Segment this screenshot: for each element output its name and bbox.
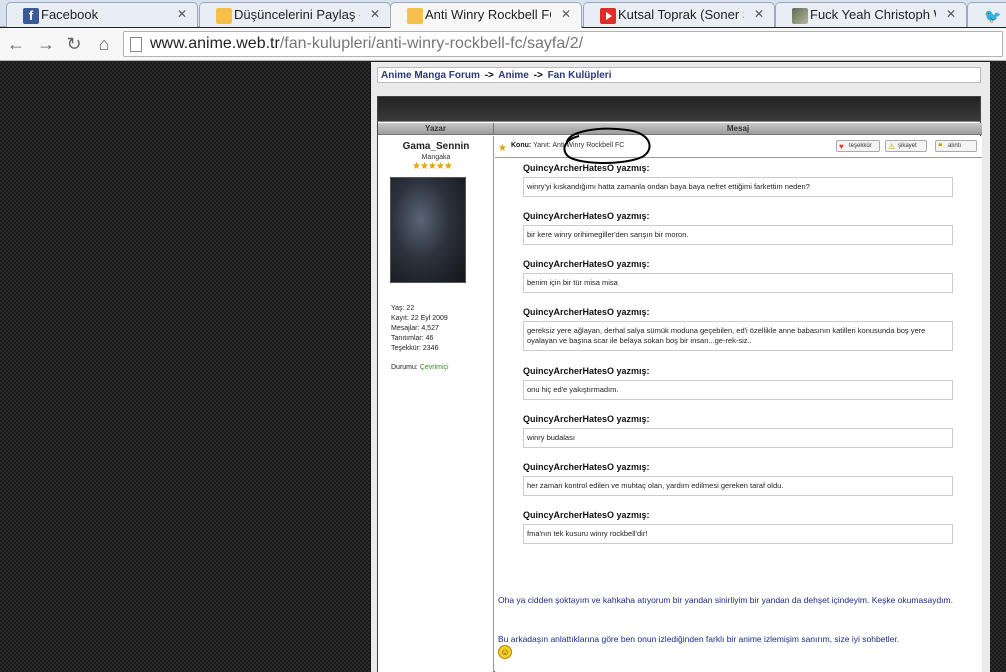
tab-title: Facebook [41, 7, 99, 22]
quote-author: QuincyArcherHatesO yazmış: [523, 211, 650, 221]
report-button[interactable]: ⚠ şikayet [885, 140, 927, 152]
thanks-button[interactable]: ♥ teşekkür [836, 140, 880, 152]
quote-block: QuincyArcherHatesO yazmış: onu hiç ed'e … [523, 366, 953, 400]
reply-paragraph: Oha ya cidden şoktayım ve kahkaha atıyor… [498, 595, 953, 605]
author-rank: Mangaka [421, 154, 451, 161]
quote-text: gereksiz yere ağlayan, derhal salya sümü… [523, 321, 953, 351]
page-icon [130, 37, 142, 52]
close-icon[interactable]: ✕ [370, 7, 380, 21]
stat-intros: Tanıtımlar: 46 [391, 335, 434, 342]
stat-posts: Mesajlar: 4,527 [391, 325, 439, 332]
message-panel: ★ Konu: Yanıt: Anti Winry Rockbell FC ♥ … [495, 127, 982, 672]
quote-text: winry'yi kıskandığımı hatta zamanla onda… [523, 177, 953, 197]
post-subject-bar: ★ Konu: Yanıt: Anti Winry Rockbell FC ♥ … [495, 127, 982, 164]
quote-text: fma'nın tek kusuru winry rockbell'dir! [523, 524, 953, 544]
close-icon[interactable]: ✕ [561, 7, 571, 21]
stat-age: Yaş: 22 [391, 305, 415, 312]
quote-button[interactable]: ❝ alıntı [935, 140, 977, 152]
warning-icon: ⚠ [888, 142, 896, 151]
quote-author: QuincyArcherHatesO yazmış: [523, 366, 650, 376]
stat-thanks: Teşekkür: 2346 [391, 345, 439, 352]
url-path: /fan-kulupleri/anti-winry-rockbell-fc/sa… [279, 35, 584, 52]
heart-icon: ♥ [839, 142, 844, 151]
quote-author: QuincyArcherHatesO yazmış: [523, 462, 650, 472]
author-username[interactable]: Gama_Sennin [378, 141, 494, 152]
rank-stars-icon: ★★★★★ [412, 161, 453, 172]
quote-block: QuincyArcherHatesO yazmış: fma'nın tek k… [523, 510, 953, 544]
quote-icon: ❝ [938, 142, 943, 151]
post-star-icon: ★ [498, 143, 507, 154]
subject-label: Konu: [511, 142, 532, 149]
home-icon[interactable]: ⌂ [92, 32, 116, 56]
breadcrumb-separator: -> [484, 70, 494, 81]
smiley-icon: ☺ [498, 645, 512, 659]
tab-title: Kutsal Toprak (Soner Sarık [618, 7, 744, 22]
twitter-icon: 🐦 [984, 8, 1002, 24]
quote-block: QuincyArcherHatesO yazmış: benim için bi… [523, 259, 953, 293]
url-text[interactable]: www.anime.web.tr/fan-kulupleri/anti-winr… [150, 35, 583, 53]
quote-block: QuincyArcherHatesO yazmış: winry budalas… [523, 414, 953, 448]
status-online: Çevrimiçi [419, 364, 449, 371]
anime-site-icon [216, 8, 232, 24]
anime-site-icon [407, 8, 423, 24]
tab-kutsal-toprak[interactable]: Kutsal Toprak (Soner Sarık ✕ [583, 2, 775, 27]
thanks-label: teşekkür [849, 143, 872, 149]
quote-text: benim için bir tür misa misa [523, 273, 953, 293]
quote-author: QuincyArcherHatesO yazmış: [523, 414, 650, 424]
close-icon[interactable]: ✕ [754, 7, 764, 21]
author-panel: Gama_Sennin Mangaka ★★★★★ Yaş: 22 Kayıt:… [378, 136, 494, 672]
facebook-icon: f [23, 8, 39, 24]
browser-toolbar: ← → ↻ ⌂ www.anime.web.tr/fan-kulupleri/a… [0, 28, 1006, 61]
quote-label: alıntı [948, 143, 962, 149]
quote-author: QuincyArcherHatesO yazmış: [523, 163, 650, 173]
reload-icon[interactable]: ↻ [62, 32, 86, 56]
quote-author: QuincyArcherHatesO yazmış: [523, 510, 650, 520]
avatar[interactable] [390, 177, 466, 283]
breadcrumb-link-fan-clubs[interactable]: Fan Kulüpleri [548, 70, 612, 81]
author-stats: Yaş: 22 Kayıt: 22 Eyl 2009 Mesajlar: 4,5… [391, 304, 448, 354]
tab-title: Düşüncelerini Paylaş - Kor [234, 7, 360, 22]
hand-drawn-circle-icon [563, 127, 651, 164]
tab-title: Anti Winry Rockbell FC - F [425, 7, 551, 22]
address-bar[interactable]: www.anime.web.tr/fan-kulupleri/anti-winr… [123, 31, 1003, 57]
tab-twitter[interactable]: 🐦 [967, 2, 1006, 27]
tab-strip: f Facebook ✕ Düşüncelerini Paylaş - Kor … [0, 0, 1006, 28]
quote-block: QuincyArcherHatesO yazmış: gereksiz yere… [523, 307, 953, 351]
close-icon[interactable]: ✕ [946, 7, 956, 21]
tab-christoph-waltz[interactable]: Fuck Yeah Christoph Walt ✕ [775, 2, 967, 27]
stat-joined: Kayıt: 22 Eyl 2009 [391, 315, 448, 322]
back-icon[interactable]: ← [4, 32, 28, 56]
close-icon[interactable]: ✕ [177, 7, 187, 21]
quote-block: QuincyArcherHatesO yazmış: bir kere winr… [523, 211, 953, 245]
status-label: Durumu: [391, 364, 418, 371]
quote-block: QuincyArcherHatesO yazmış: winry'yi kısk… [523, 163, 953, 197]
reply-text: Bu arkadaşın anlattıklarına göre ben onu… [498, 634, 900, 644]
table-header-bar [378, 97, 980, 122]
tab-title: Fuck Yeah Christoph Walt [810, 7, 936, 22]
tab-anti-winry[interactable]: Anti Winry Rockbell FC - F ✕ [390, 2, 582, 28]
url-host: www.anime.web.tr [150, 35, 280, 52]
quote-text: onu hiç ed'e yakıştırmadım. [523, 380, 953, 400]
quote-text: winry budalası [523, 428, 953, 448]
youtube-icon [600, 8, 616, 24]
forum-content: Anime Manga Forum -> Anime -> Fan Kulüpl… [370, 62, 990, 672]
breadcrumb-link-forum[interactable]: Anime Manga Forum [381, 70, 480, 81]
forward-icon[interactable]: → [34, 32, 58, 56]
reply-paragraph: Bu arkadaşın anlattıklarına göre ben onu… [498, 633, 978, 659]
breadcrumb: Anime Manga Forum -> Anime -> Fan Kulüpl… [377, 67, 981, 83]
tab-facebook[interactable]: f Facebook ✕ [6, 2, 198, 27]
quote-block: QuincyArcherHatesO yazmış: her zaman kon… [523, 462, 953, 496]
quote-text: bir kere winry orihimegiller'den sarışın… [523, 225, 953, 245]
post-table: Yazar Mesaj Gama_Sennin Mangaka ★★★★★ Ya… [377, 96, 982, 672]
breadcrumb-separator: -> [533, 70, 543, 81]
tab-dusuncelerini[interactable]: Düşüncelerini Paylaş - Kor ✕ [199, 2, 391, 27]
author-column-header: Yazar [378, 123, 494, 135]
author-status: Durumu: Çevrimiçi [391, 364, 449, 371]
breadcrumb-link-anime[interactable]: Anime [498, 70, 529, 81]
quote-author: QuincyArcherHatesO yazmış: [523, 259, 650, 269]
report-label: şikayet [898, 143, 917, 149]
photo-favicon-icon [792, 8, 808, 24]
quote-author: QuincyArcherHatesO yazmış: [523, 307, 650, 317]
quote-text: her zaman kontrol edilen ve muhtaç olan,… [523, 476, 953, 496]
